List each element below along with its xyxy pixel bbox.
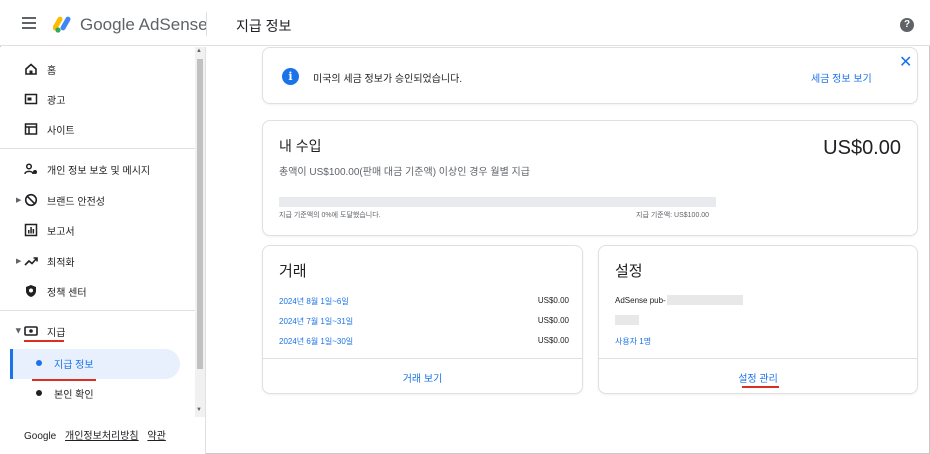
view-transactions-link[interactable]: 거래 보기	[263, 370, 582, 385]
privacy-messaging-icon	[24, 163, 37, 175]
sidebar-item-label: 정책 센터	[47, 287, 87, 299]
tax-info-notice: i 미국의 세금 정보가 승인되었습니다. 세금 정보 보기 ✕	[262, 47, 918, 104]
earnings-title: 내 수입	[279, 138, 322, 154]
annotation-underline	[24, 340, 64, 342]
sidebar-item-label: 지급 정보	[54, 359, 94, 371]
transaction-amount: US$0.00	[537, 336, 569, 345]
scroll-up-arrow-icon[interactable]: ▲	[196, 48, 202, 54]
trending-icon	[24, 257, 38, 266]
sidebar-item-label: 최적화	[47, 257, 75, 269]
progress-label: 지급 기준액의 0%에 도달했습니다.	[279, 212, 381, 219]
sidebar-item-label: 본인 확인	[54, 389, 94, 401]
publisher-id-label: AdSense pub-	[615, 296, 666, 305]
sidebar-item-payment-info[interactable]: 지급 정보	[0, 348, 195, 378]
sidebar-item-privacy-messaging[interactable]: 개인 정보 보호 및 메시지	[0, 154, 195, 184]
sidebar-divider	[0, 310, 195, 311]
sidebar-item-label: 브랜드 안전성	[47, 196, 105, 208]
sidebar-item-policy-center[interactable]: 정책 센터	[0, 276, 195, 306]
menu-bar	[22, 22, 36, 24]
privacy-policy-link[interactable]: 개인정보처리방침	[65, 431, 139, 442]
sidebar-item-optimization[interactable]: ▶ 최적화	[0, 246, 195, 276]
sidebar-item-ads[interactable]: 광고	[0, 84, 195, 114]
sidebar-item-label: 지급	[47, 327, 66, 339]
redacted-field	[615, 315, 639, 325]
transactions-title: 거래	[279, 263, 307, 280]
sidebar: 홈 광고 사이트 개인 정보 보호 및 메시지 ▶ 브랜드 안전성 보고서 ▶ …	[0, 47, 206, 454]
menu-bar	[22, 27, 36, 29]
settings-title: 설정	[615, 263, 643, 280]
sidebar-item-home[interactable]: 홈	[0, 54, 195, 84]
menu-bar	[22, 17, 36, 19]
main-menu-button[interactable]	[22, 15, 42, 31]
transaction-date-link[interactable]: 2024년 6월 1일~30일	[279, 336, 353, 347]
info-icon: i	[282, 68, 299, 85]
transaction-amount: US$0.00	[537, 296, 569, 305]
sidebar-scroll-thumb[interactable]	[197, 59, 203, 369]
settings-card: 설정 AdSense pub- 사용자 1명 설정 관리	[598, 245, 918, 394]
earnings-card: 내 수입 US$0.00 총액이 US$100.00(판매 대금 기준액) 이상…	[262, 120, 918, 236]
sidebar-item-label: 보고서	[47, 226, 75, 238]
home-icon	[25, 63, 37, 75]
sites-icon	[24, 123, 38, 135]
transactions-card: 거래 2024년 8월 1일~6일 US$0.00 2024년 7월 1일~31…	[262, 245, 583, 394]
brand-name: Google AdSense	[80, 15, 208, 34]
sidebar-item-identity-verification[interactable]: 본인 확인	[0, 378, 195, 408]
sidebar-item-sites[interactable]: 사이트	[0, 114, 195, 144]
ads-icon	[24, 93, 38, 105]
bullet-icon	[36, 360, 42, 366]
payments-icon	[24, 326, 38, 336]
view-tax-info-link[interactable]: 세금 정보 보기	[811, 70, 872, 85]
payment-threshold-progress	[279, 197, 716, 207]
earnings-subtitle: 총액이 US$100.00(판매 대금 기준액) 이상인 경우 월별 지급	[279, 167, 530, 178]
sidebar-item-reports[interactable]: 보고서	[0, 215, 195, 245]
sidebar-divider	[0, 148, 195, 149]
sidebar-footer: Google 개인정보처리방침 약관	[24, 427, 172, 442]
block-icon	[24, 193, 38, 207]
expand-caret-icon[interactable]: ▶	[16, 196, 21, 204]
notice-text: 미국의 세금 정보가 승인되었습니다.	[313, 74, 463, 85]
transaction-amount: US$0.00	[537, 316, 569, 325]
transaction-date-link[interactable]: 2024년 8월 1일~6일	[279, 296, 349, 307]
app-header: Google AdSense 지급 정보 ?	[0, 0, 930, 46]
google-footer-label: Google	[24, 431, 57, 442]
sidebar-item-label: 홈	[47, 65, 57, 77]
manage-settings-link[interactable]: 설정 관리	[599, 370, 917, 385]
users-link[interactable]: 사용자 1명	[615, 336, 651, 347]
collapse-caret-icon[interactable]: ▶	[15, 328, 23, 333]
terms-link[interactable]: 약관	[147, 431, 165, 442]
card-divider	[599, 358, 917, 359]
close-icon[interactable]: ✕	[899, 52, 912, 72]
annotation-underline	[742, 386, 779, 388]
threshold-label: 지급 기준액: US$100.00	[636, 212, 710, 219]
sidebar-item-brand-safety[interactable]: ▶ 브랜드 안전성	[0, 185, 195, 215]
page-title: 지급 정보	[236, 18, 292, 34]
earnings-amount: US$0.00	[823, 137, 901, 159]
reports-icon	[24, 223, 38, 237]
header-divider	[206, 12, 207, 36]
help-icon[interactable]: ?	[900, 18, 914, 32]
expand-caret-icon[interactable]: ▶	[16, 257, 21, 265]
bullet-icon	[36, 390, 42, 396]
sidebar-item-label: 광고	[47, 95, 66, 107]
card-divider	[263, 358, 582, 359]
sidebar-item-label: 개인 정보 보호 및 메시지	[47, 165, 151, 177]
scroll-down-arrow-icon[interactable]: ▼	[196, 407, 202, 413]
policy-shield-icon	[26, 285, 36, 297]
adsense-logo-icon[interactable]	[53, 14, 73, 34]
sidebar-item-label: 사이트	[47, 125, 75, 137]
redacted-publisher-id	[667, 295, 743, 305]
transaction-date-link[interactable]: 2024년 7월 1일~31일	[279, 316, 353, 327]
